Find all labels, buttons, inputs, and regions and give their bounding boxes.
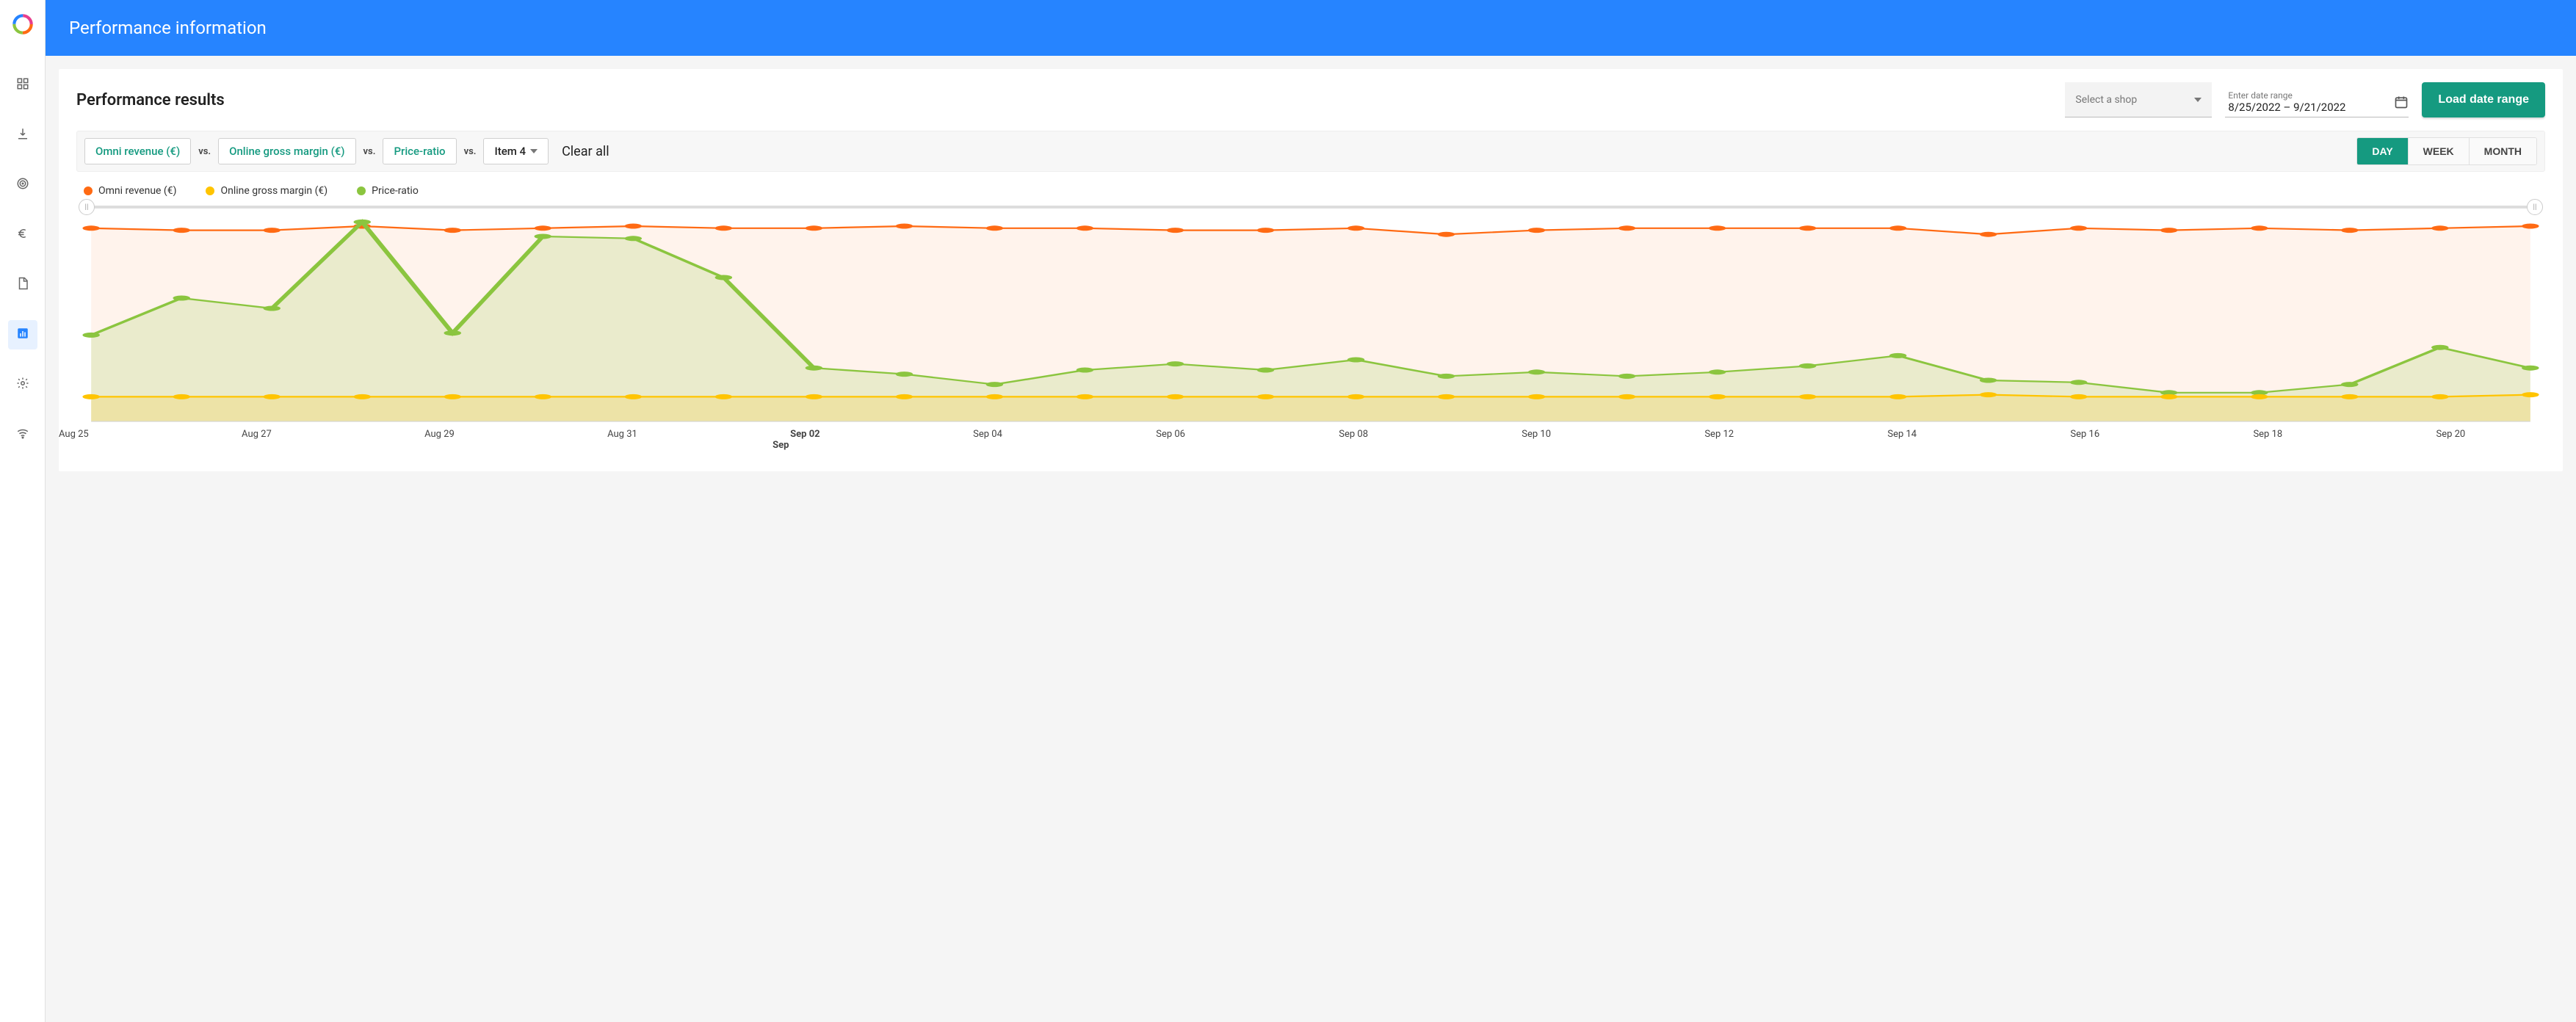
legend-dot-icon <box>357 186 366 195</box>
left-sidebar <box>0 0 46 1022</box>
date-range-value: 8/25/2022 – 9/21/2022 <box>2228 101 2403 114</box>
filter-bar: Omni revenue (€) vs. Online gross margin (… <box>76 131 2545 172</box>
granularity-day[interactable]: DAY <box>2357 138 2407 164</box>
metric-filter-add[interactable]: Item 4 <box>483 138 549 164</box>
sidebar-item-file[interactable] <box>8 270 37 300</box>
page-title: Performance information <box>69 18 267 38</box>
metric-filter-1[interactable]: Online gross margin (€) <box>218 138 355 164</box>
legend-item-2[interactable]: Price-ratio <box>357 185 419 197</box>
sidebar-item-download[interactable] <box>8 120 37 150</box>
chevron-down-icon <box>530 149 538 153</box>
metric-filter-0[interactable]: Omni revenue (€) <box>84 138 191 164</box>
vs-label: vs. <box>363 146 376 157</box>
legend-item-0[interactable]: Omni revenue (€) <box>84 185 176 197</box>
legend-dot-icon <box>206 186 214 195</box>
top-header: Performance information <box>46 0 2576 56</box>
vs-label: vs. <box>198 146 211 157</box>
x-axis-ticks: Aug 25Aug 27Aug 29Aug 31Sep 02SepSep 04S… <box>76 429 2545 454</box>
calendar-icon <box>2394 95 2409 112</box>
card-title: Performance results <box>76 91 225 109</box>
grid-icon <box>16 77 29 93</box>
download-icon <box>16 127 29 143</box>
line-chart <box>76 209 2545 429</box>
sidebar-item-wifi[interactable] <box>8 420 37 449</box>
radar-icon <box>16 177 29 193</box>
chart-area: || || Aug 25Aug 27Aug 29Aug 31Sep 02SepS… <box>76 206 2545 454</box>
app-logo-icon <box>12 13 34 35</box>
gear-icon <box>16 377 29 393</box>
chevron-down-icon <box>2194 98 2201 102</box>
date-range-label: Enter date range <box>2228 90 2403 101</box>
euro-icon <box>16 227 29 243</box>
load-date-range-button[interactable]: Load date range <box>2422 82 2545 117</box>
sidebar-item-gear[interactable] <box>8 370 37 399</box>
range-slider-handle-left[interactable]: || <box>79 199 95 215</box>
granularity-month[interactable]: MONTH <box>2469 138 2536 164</box>
clear-all-button[interactable]: Clear all <box>562 144 609 159</box>
legend-dot-icon <box>84 186 93 195</box>
range-slider-handle-right[interactable]: || <box>2527 199 2543 215</box>
sidebar-item-grid[interactable] <box>8 70 37 100</box>
sidebar-item-radar[interactable] <box>8 170 37 200</box>
range-slider[interactable]: || || <box>87 206 2535 209</box>
legend-item-1[interactable]: Online gross margin (€) <box>206 185 328 197</box>
chart-legend: Omni revenue (€) Online gross margin (€) P… <box>76 172 2545 201</box>
wifi-icon <box>16 427 29 443</box>
sidebar-item-euro[interactable] <box>8 220 37 250</box>
file-icon <box>16 277 29 293</box>
date-range-input[interactable]: Enter date range 8/25/2022 – 9/21/2022 <box>2225 87 2409 117</box>
chart-icon <box>16 327 29 343</box>
shop-select[interactable]: Select a shop <box>2065 82 2212 117</box>
performance-card: Performance results Select a shop Enter … <box>59 69 2563 471</box>
metric-filter-2[interactable]: Price-ratio <box>383 138 456 164</box>
sidebar-item-chart[interactable] <box>8 320 37 349</box>
granularity-week[interactable]: WEEK <box>2408 138 2469 164</box>
vs-label: vs. <box>464 146 477 157</box>
shop-select-placeholder: Select a shop <box>2075 94 2137 106</box>
granularity-toggle: DAYWEEKMONTH <box>2356 137 2537 165</box>
